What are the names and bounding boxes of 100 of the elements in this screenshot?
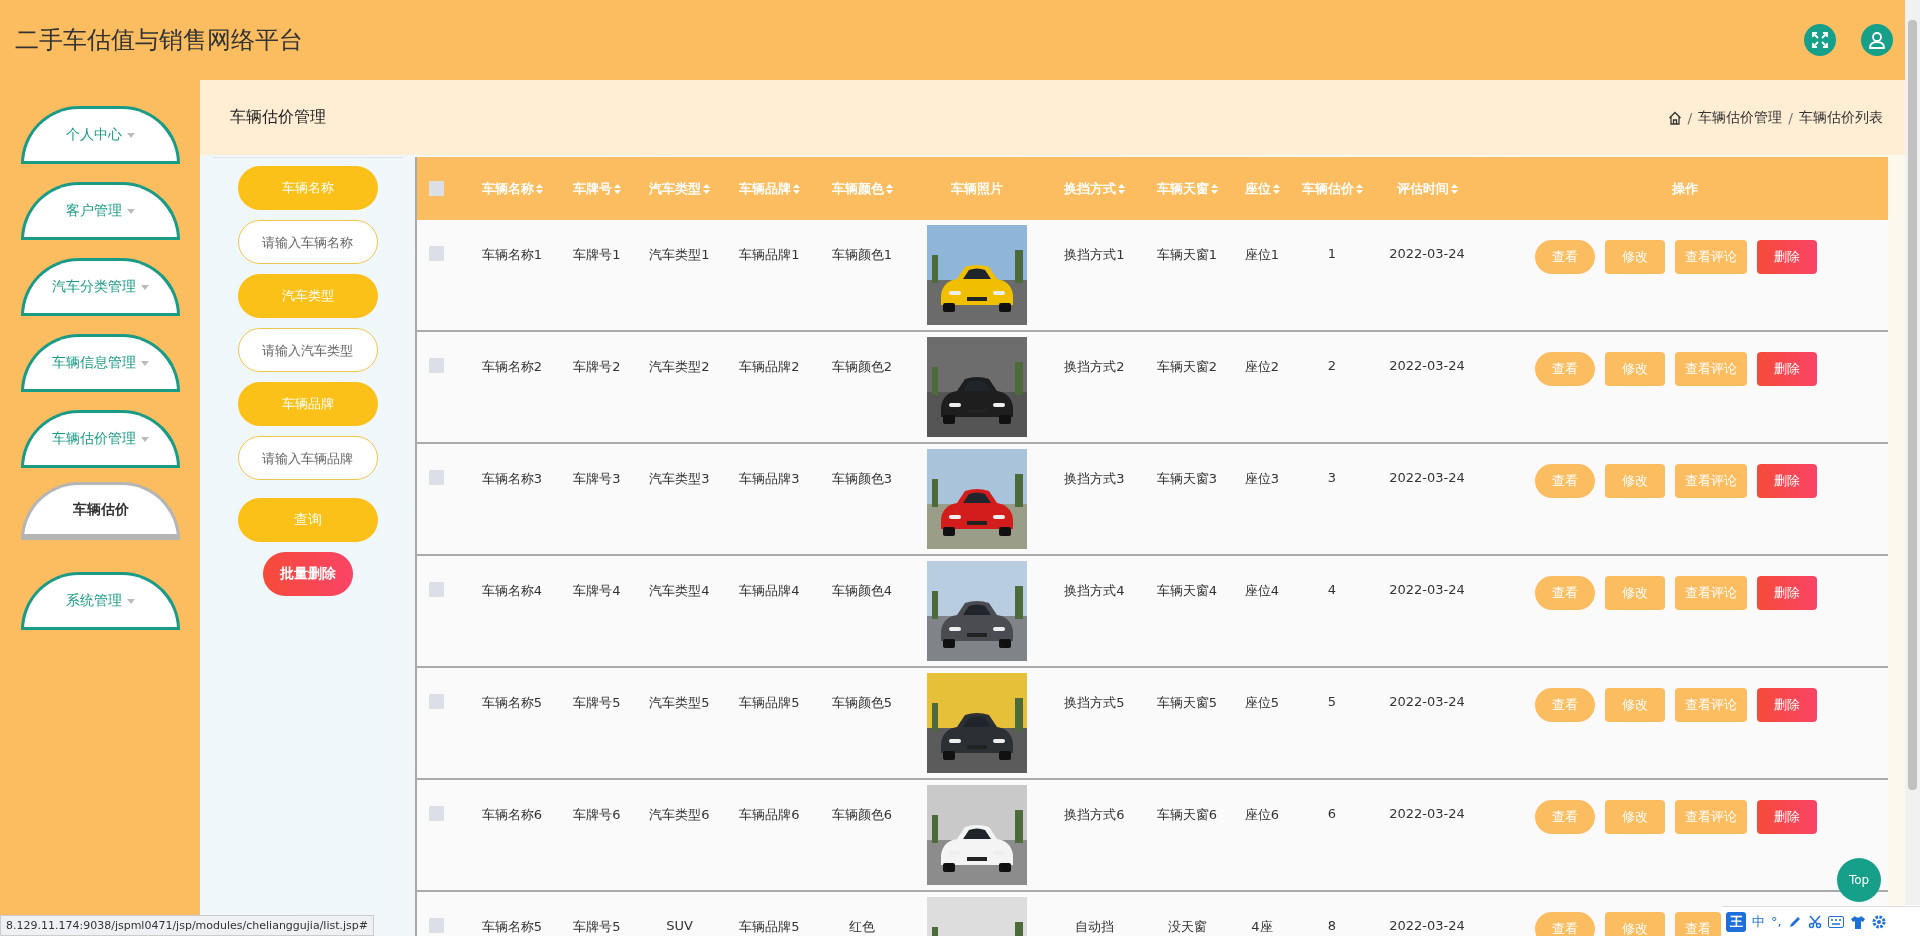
sort-icon[interactable] [614, 183, 621, 194]
table-cell: 车辆品牌4 [739, 582, 800, 600]
checkbox[interactable] [429, 694, 444, 709]
comments-button[interactable]: 查看评论 [1675, 576, 1747, 610]
checkbox[interactable] [429, 918, 444, 933]
delete-button[interactable]: 删除 [1757, 464, 1817, 498]
input-field[interactable]: 请输入车辆品牌 [237, 436, 378, 480]
table-cell: 车辆颜色4 [831, 582, 893, 600]
caret-icon [127, 598, 135, 604]
checkbox[interactable] [429, 246, 444, 261]
sort-icon[interactable] [1272, 183, 1280, 194]
table-cell: 座位5 [1244, 694, 1280, 712]
breadcrumb-link[interactable]: 车辆估价管理 [1698, 108, 1783, 127]
table-cell: 车牌号6 [573, 806, 621, 824]
menu-item[interactable]: 汽车分类管理 [21, 258, 180, 316]
settings-icon[interactable] [1871, 914, 1886, 929]
view-button[interactable]: 查看 [1535, 800, 1595, 834]
view-button[interactable]: 查看 [1535, 912, 1595, 936]
sortable-column-header[interactable]: 车辆颜色 [831, 179, 884, 198]
submenu-item[interactable]: 车辆估价 [21, 482, 180, 540]
comments-button[interactable]: 查看 [1675, 912, 1721, 936]
edit-button[interactable]: 修改 [1605, 688, 1665, 722]
breadcrumb-link[interactable]: 车辆估价列表 [1799, 108, 1883, 127]
view-button[interactable]: 查看 [1535, 352, 1595, 386]
shirt-icon[interactable] [1849, 914, 1866, 929]
sort-icon[interactable] [1118, 183, 1125, 194]
comments-button[interactable]: 查看评论 [1675, 464, 1747, 498]
delete-button[interactable]: 删除 [1757, 688, 1817, 722]
sortable-column-header[interactable]: 汽车类型 [649, 179, 701, 198]
sortable-column-header[interactable]: 车牌号 [573, 179, 612, 198]
menu-item[interactable]: 个人中心 [21, 106, 180, 164]
view-button[interactable]: 查看 [1535, 464, 1595, 498]
sort-icon[interactable] [793, 183, 800, 194]
checkbox[interactable] [429, 582, 444, 597]
menu-item[interactable]: 系统管理 [21, 572, 180, 630]
sortable-column-header[interactable]: 评估时间 [1396, 179, 1449, 198]
caret-icon [127, 208, 135, 214]
view-button[interactable]: 查看 [1535, 576, 1595, 610]
ime-punctuation[interactable]: °, [1771, 914, 1782, 929]
edit-button[interactable]: 修改 [1605, 464, 1665, 498]
sortable-column-header[interactable]: 车辆估价 [1301, 179, 1354, 198]
edit-button[interactable]: 修改 [1605, 240, 1665, 274]
sort-icon[interactable] [703, 183, 710, 194]
sort-icon[interactable] [535, 183, 543, 194]
column-header: 车辆照片 [951, 179, 1003, 198]
delete-button[interactable]: 删除 [1757, 240, 1817, 274]
pen-icon[interactable] [1787, 914, 1802, 929]
menu-item[interactable]: 客户管理 [21, 182, 180, 240]
sortable-column-header[interactable]: 车辆天窗 [1156, 179, 1209, 198]
input-field[interactable]: 请输入汽车类型 [237, 328, 378, 372]
sort-icon[interactable] [1450, 183, 1458, 194]
edit-button[interactable]: 修改 [1605, 352, 1665, 386]
sort-icon[interactable] [885, 183, 893, 194]
delete-button[interactable]: 删除 [1757, 352, 1817, 386]
ime-mode[interactable]: 中 [1752, 912, 1765, 931]
menu-item[interactable]: 车辆估价管理 [21, 410, 180, 468]
sortable-column-header[interactable]: 车辆名称 [481, 179, 534, 198]
comments-button[interactable]: 查看评论 [1675, 352, 1747, 386]
table-cell: 车辆天窗1 [1156, 246, 1218, 264]
table-cell: 2022-03-24 [1389, 806, 1465, 821]
home-icon[interactable] [1667, 110, 1682, 125]
table-cell: 换挡方式3 [1064, 470, 1125, 488]
table-cell: 车辆颜色5 [831, 694, 893, 712]
user-button[interactable] [1861, 24, 1893, 56]
sort-icon[interactable] [1210, 183, 1218, 194]
keyboard-icon[interactable] [1827, 915, 1844, 928]
delete-button[interactable]: 删除 [1757, 800, 1817, 834]
checkbox[interactable] [429, 470, 444, 485]
checkbox[interactable] [429, 358, 444, 373]
edit-button[interactable]: 修改 [1605, 912, 1665, 936]
batch-delete-button[interactable]: 批量删除 [262, 552, 353, 596]
checkbox[interactable] [429, 181, 444, 196]
search-button[interactable]: 查询 [237, 498, 378, 542]
breadcrumb-separator: / [1687, 109, 1693, 126]
scissors-icon[interactable] [1807, 914, 1822, 929]
page-title: 车辆估价管理 [230, 107, 326, 128]
input-field[interactable]: 请输入车辆名称 [237, 220, 378, 264]
table-cell: 8 [1327, 918, 1337, 933]
comments-button[interactable]: 查看评论 [1675, 240, 1747, 274]
comments-button[interactable]: 查看评论 [1675, 688, 1747, 722]
table-cell: 车辆品牌5 [739, 918, 800, 936]
fullscreen-button[interactable] [1804, 24, 1836, 56]
ime-logo[interactable]: 王 [1726, 911, 1746, 932]
view-button[interactable]: 查看 [1535, 688, 1595, 722]
sort-icon[interactable] [1355, 183, 1363, 194]
sortable-column-header[interactable]: 座位 [1244, 179, 1271, 198]
table-cell: 车辆颜色2 [831, 358, 893, 376]
breadcrumb-separator: / [1788, 109, 1793, 126]
edit-button[interactable]: 修改 [1605, 576, 1665, 610]
checkbox[interactable] [429, 806, 444, 821]
delete-button[interactable]: 删除 [1757, 576, 1817, 610]
status-url: 8.129.11.174:9038/jspml0471/jsp/modules/chelianggujia/list.jsp# [0, 915, 374, 936]
scrollbar[interactable] [1905, 0, 1920, 905]
sortable-column-header[interactable]: 车辆品牌 [739, 179, 791, 198]
filter-label: 车辆品牌 [237, 382, 378, 426]
sortable-column-header[interactable]: 换挡方式 [1064, 179, 1116, 198]
view-button[interactable]: 查看 [1535, 240, 1595, 274]
comments-button[interactable]: 查看评论 [1675, 800, 1747, 834]
menu-item[interactable]: 车辆信息管理 [21, 334, 180, 392]
edit-button[interactable]: 修改 [1605, 800, 1665, 834]
